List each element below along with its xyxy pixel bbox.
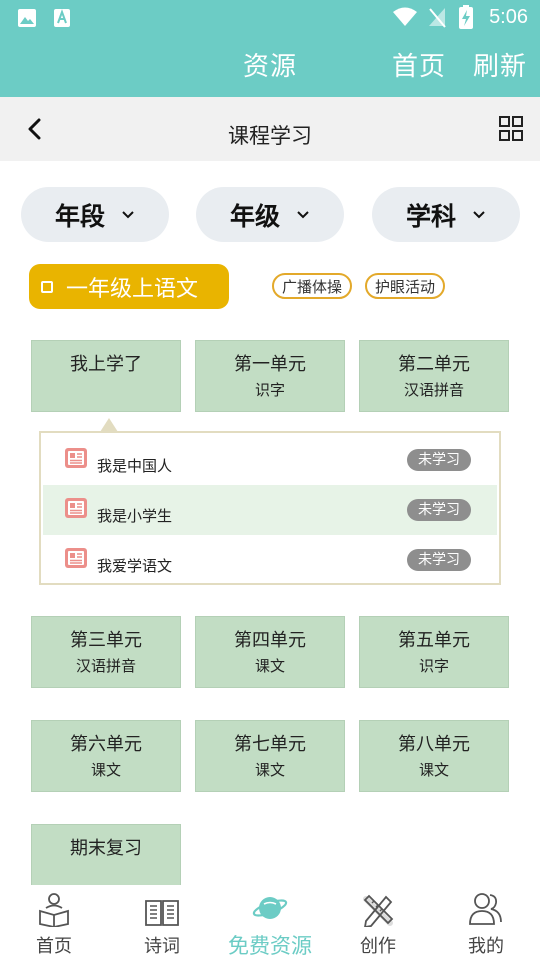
unit-tile[interactable]: 第四单元 课文 <box>195 616 345 688</box>
no-signal-icon <box>429 8 446 28</box>
unit-tile[interactable]: 第二单元 汉语拼音 <box>359 340 509 412</box>
pencil-ruler-icon <box>363 894 394 927</box>
lesson-name: 我是小学生 <box>97 507 173 525</box>
unit-tile[interactable]: 期末复习 <box>31 824 181 885</box>
unit-tile[interactable]: 第八单元 课文 <box>359 720 509 792</box>
tab-label: 首页 <box>36 936 72 957</box>
tab-label: 免费资源 <box>228 934 312 958</box>
popover-pointer <box>100 418 118 432</box>
planet-icon <box>252 897 288 919</box>
tab-home[interactable]: 首页 <box>0 885 108 960</box>
page-subheader: 课程学习 <box>0 97 540 161</box>
font-notification-icon <box>54 9 70 27</box>
lesson-item[interactable]: 我是小学生 未学习 <box>43 485 497 535</box>
chevron-down-icon <box>473 210 485 218</box>
wifi-icon <box>393 7 417 26</box>
unit-tile[interactable]: 第六单元 课文 <box>31 720 181 792</box>
lesson-status-badge: 未学习 <box>407 449 471 471</box>
status-time: 5:06 <box>489 6 528 28</box>
header-refresh-link[interactable]: 刷新 <box>473 46 527 83</box>
unit-tile[interactable]: 第七单元 课文 <box>195 720 345 792</box>
filter-stage-label: 年段 <box>54 201 105 231</box>
filter-grade-dropdown[interactable]: 年级 <box>196 187 344 242</box>
unit-title: 第六单元 <box>70 734 142 755</box>
unit-tile[interactable]: 第三单元 汉语拼音 <box>31 616 181 688</box>
lesson-book-icon <box>65 448 87 468</box>
tab-label: 创作 <box>360 936 396 957</box>
lesson-book-icon <box>65 548 87 568</box>
unit-title: 我上学了 <box>70 354 142 375</box>
filter-grade-label: 年级 <box>229 201 280 231</box>
chevron-down-icon <box>297 210 309 218</box>
unit-subtitle: 课文 <box>254 761 285 779</box>
lesson-name: 我爱学语文 <box>97 557 173 575</box>
unit-subtitle: 课文 <box>254 657 285 675</box>
filter-stage-dropdown[interactable]: 年段 <box>21 187 169 242</box>
page-title: 课程学习 <box>228 124 312 148</box>
unit-subtitle: 识字 <box>418 657 449 675</box>
filter-subject-dropdown[interactable]: 学科 <box>372 187 520 242</box>
lesson-item[interactable]: 我是中国人 未学习 <box>43 435 497 485</box>
unit-title: 第二单元 <box>398 354 470 375</box>
current-course-tag[interactable]: 一年级上语文 <box>29 264 229 309</box>
chip-broadcast-exercise[interactable]: 广播体操 <box>272 273 352 299</box>
unit-title: 第七单元 <box>234 734 306 755</box>
unit-title: 第一单元 <box>234 354 306 375</box>
lesson-status-badge: 未学习 <box>407 549 471 571</box>
tab-free-resources[interactable]: 免费资源 <box>216 885 324 960</box>
header-title: 资源 <box>243 52 298 82</box>
lesson-book-icon <box>65 498 87 518</box>
unit-title: 第四单元 <box>234 630 306 651</box>
app-header: 5:06 资源 首页 刷新 <box>0 0 540 97</box>
current-course-label: 一年级上语文 <box>66 276 199 302</box>
filter-subject-label: 学科 <box>405 201 456 231</box>
bottom-navigation: 首页 诗词 免费资源 创作 我的 <box>0 885 540 960</box>
unit-tile[interactable]: 第五单元 识字 <box>359 616 509 688</box>
unit-tile[interactable]: 我上学了 <box>31 340 181 412</box>
unit-title: 第三单元 <box>70 630 142 651</box>
unit-subtitle: 识字 <box>254 381 285 399</box>
checkbox-square-icon <box>41 280 53 293</box>
unit-title: 第五单元 <box>398 630 470 651</box>
unit-title: 期末复习 <box>70 838 142 859</box>
status-bar: 5:06 <box>0 0 540 36</box>
reader-icon <box>39 893 69 927</box>
unit-subtitle: 汉语拼音 <box>403 381 464 399</box>
unit-title: 第八单元 <box>398 734 470 755</box>
tab-create[interactable]: 创作 <box>324 885 432 960</box>
chip-eye-care[interactable]: 护眼活动 <box>365 273 445 299</box>
unit-subtitle: 课文 <box>90 761 121 779</box>
tab-label: 诗词 <box>144 936 180 957</box>
lesson-name: 我是中国人 <box>97 457 173 475</box>
gallery-notification-icon <box>18 9 36 27</box>
unit-subtitle: 课文 <box>418 761 449 779</box>
chevron-down-icon <box>122 210 134 218</box>
lesson-status-badge: 未学习 <box>407 499 471 521</box>
header-home-link[interactable]: 首页 <box>392 46 446 83</box>
grid-view-icon[interactable] <box>497 115 525 143</box>
book-icon <box>145 900 179 926</box>
unit-tile[interactable]: 第一单元 识字 <box>195 340 345 412</box>
tab-label: 我的 <box>468 936 504 957</box>
lesson-list-popover: 我是中国人 未学习 我是小学生 未学习 我爱学语文 未学习 <box>39 431 501 585</box>
battery-charging-icon <box>459 5 473 29</box>
users-icon <box>469 893 502 925</box>
tab-mine[interactable]: 我的 <box>432 885 540 960</box>
unit-subtitle: 汉语拼音 <box>75 657 136 675</box>
tab-poetry[interactable]: 诗词 <box>108 885 216 960</box>
lesson-item[interactable]: 我爱学语文 未学习 <box>43 535 497 585</box>
